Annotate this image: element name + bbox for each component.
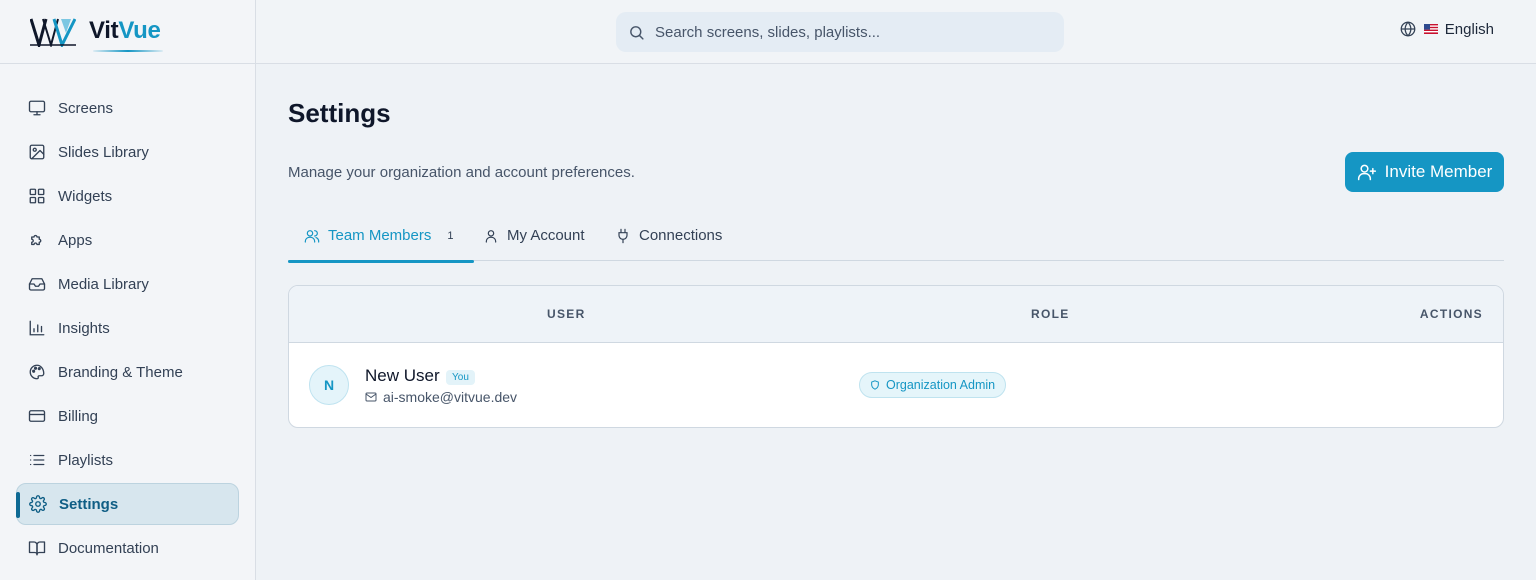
vitvue-logo-icon <box>30 17 76 47</box>
avatar: N <box>309 365 349 405</box>
invite-member-button[interactable]: Invite Member <box>1345 152 1504 192</box>
sidebar-item-label: Documentation <box>58 539 159 557</box>
search-icon <box>630 25 644 40</box>
sidebar-nav: Screens Slides Library Widgets Apps Medi… <box>16 86 239 570</box>
you-badge: You <box>446 370 475 385</box>
search-input[interactable] <box>655 23 1035 41</box>
sidebar-item-billing[interactable]: Billing <box>16 394 239 438</box>
table-header: USER ROLE ACTIONS <box>289 286 1503 343</box>
brand-name: VitVue <box>89 17 163 52</box>
sidebar-item-label: Branding & Theme <box>58 363 183 381</box>
settings-tabs: Team Members 1 My Account Connections <box>287 210 1504 263</box>
image-icon <box>29 144 45 160</box>
mail-icon <box>365 392 377 402</box>
page-subtitle: Manage your organization and account pre… <box>288 164 635 181</box>
sidebar-item-settings[interactable]: Settings <box>16 483 239 525</box>
user-plus-icon <box>1357 164 1376 181</box>
language-label: English <box>1444 20 1494 38</box>
search-box[interactable] <box>616 12 1064 52</box>
sidebar-item-apps[interactable]: Apps <box>16 218 239 262</box>
sidebar-item-widgets[interactable]: Widgets <box>16 174 239 218</box>
us-flag-icon <box>1423 24 1438 34</box>
inbox-icon <box>28 278 46 291</box>
book-icon <box>28 541 46 556</box>
column-header-user: USER <box>547 307 586 321</box>
credit-card-icon <box>28 410 46 422</box>
sidebar-item-branding-theme[interactable]: Branding & Theme <box>16 350 239 394</box>
user-icon <box>485 229 497 243</box>
sidebar-item-label: Slides Library <box>58 143 149 161</box>
tab-connections[interactable]: Connections <box>615 210 722 261</box>
sidebar-item-playlists[interactable]: Playlists <box>16 438 239 482</box>
user-name: New User <box>365 366 440 385</box>
tab-my-account[interactable]: My Account <box>483 210 585 261</box>
sidebar: VitVue Screens Slides Library Widgets Ap… <box>0 0 256 580</box>
plug-icon <box>618 228 628 243</box>
bar-chart-icon <box>29 320 45 336</box>
sidebar-item-label: Playlists <box>58 451 114 469</box>
top-bar: English <box>256 0 1536 64</box>
gear-icon <box>29 495 47 513</box>
tab-team-members[interactable]: Team Members 1 <box>287 210 476 263</box>
puzzle-icon <box>31 234 42 246</box>
page-title: Settings <box>288 98 391 128</box>
role-badge: Organization Admin <box>859 372 1007 398</box>
sidebar-item-label: Media Library <box>58 275 149 293</box>
role-label: Organization Admin <box>886 378 996 392</box>
column-header-role: ROLE <box>1031 307 1070 321</box>
tab-count-badge: 1 <box>447 229 454 242</box>
sidebar-item-label: Widgets <box>58 187 113 205</box>
user-email-text: ai-smoke@vitvue.dev <box>383 389 518 405</box>
tab-label: My Account <box>507 227 585 244</box>
sidebar-item-documentation[interactable]: Documentation <box>16 526 239 570</box>
sidebar-item-media-library[interactable]: Media Library <box>16 262 239 306</box>
globe-icon <box>1400 21 1416 37</box>
shield-icon <box>871 380 879 390</box>
sidebar-item-insights[interactable]: Insights <box>16 306 239 350</box>
sidebar-item-screens[interactable]: Screens <box>16 86 239 130</box>
column-header-actions: ACTIONS <box>1419 307 1483 321</box>
list-icon <box>29 454 45 466</box>
sidebar-item-label: Settings <box>59 495 119 513</box>
sidebar-item-label: Screens <box>58 99 114 117</box>
monitor-icon <box>28 100 46 116</box>
tab-label: Connections <box>639 227 723 244</box>
grid-icon <box>29 188 45 204</box>
brand-logo[interactable]: VitVue <box>0 0 255 64</box>
language-selector[interactable]: English <box>1399 20 1494 38</box>
palette-icon <box>29 364 45 380</box>
sidebar-item-slides-library[interactable]: Slides Library <box>16 130 239 174</box>
invite-member-label: Invite Member <box>1384 162 1493 181</box>
sidebar-item-label: Apps <box>58 231 93 249</box>
table-row: N New User You ai-smoke@vitvue.dev Organ… <box>289 343 1503 427</box>
user-email: ai-smoke@vitvue.dev <box>365 389 517 405</box>
sidebar-item-label: Insights <box>58 319 110 337</box>
users-icon <box>304 229 320 243</box>
sidebar-item-label: Billing <box>58 407 99 425</box>
tab-label: Team Members <box>328 227 432 244</box>
team-members-table: USER ROLE ACTIONS N New User You ai-smok… <box>288 285 1504 428</box>
